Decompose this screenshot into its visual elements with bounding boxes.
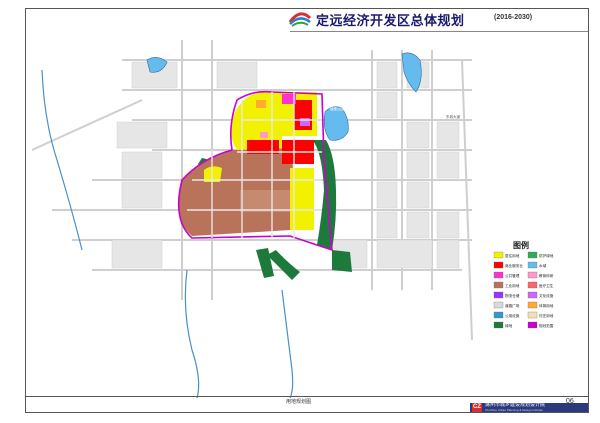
legend-swatch: [493, 291, 504, 299]
legend-swatch: [493, 271, 504, 279]
land-use-map: 鼓楼公园 东城大道: [32, 40, 473, 398]
legend-swatch: [527, 301, 538, 309]
legend-label: 防护绿地: [539, 253, 554, 258]
legend-label: 村庄用地: [539, 313, 554, 318]
legend-swatch: [493, 251, 504, 259]
sheet-name: 用地规划图: [286, 399, 312, 405]
legend-swatch: [493, 311, 504, 319]
legend-swatch: [527, 321, 538, 329]
institute-name-en: Chuzhou Urban Planning & Design Institut…: [485, 408, 543, 412]
legend-swatch: [527, 281, 538, 289]
legend-label: 规划范围: [539, 323, 554, 328]
legend-swatch: [527, 271, 538, 279]
map-title: 定远经济开发区总体规划: [316, 13, 465, 28]
legend: 居住用地商业服务业公共管理工业用地物流仓储道路广场公用设施绿地 防护绿地水域教育科…: [493, 251, 554, 329]
legend-label: 医疗卫生: [539, 283, 554, 288]
title-rule: [290, 31, 588, 32]
legend-label: 绿地: [505, 323, 513, 328]
page-number: 06: [566, 398, 574, 405]
legend-swatch: [493, 281, 504, 289]
legend-label: 水域: [539, 263, 547, 268]
plan-years: (2016-2030): [494, 14, 533, 21]
planning-logo: [288, 12, 312, 27]
legend-swatch: [493, 261, 504, 269]
legend-label: 物流仓储: [505, 293, 520, 298]
legend-label: 教育科研: [539, 273, 554, 278]
legend-swatch: [493, 301, 504, 309]
legend-label: 商业服务业: [505, 263, 523, 268]
road-label-east: 东城大道: [446, 114, 460, 119]
legend-label: 体育用地: [539, 303, 554, 308]
legend-swatch: [493, 321, 504, 329]
legend-swatch: [527, 251, 538, 259]
park-label: 鼓楼公园: [330, 106, 344, 111]
industrial-zone: [178, 148, 294, 236]
legend-swatch: [527, 261, 538, 269]
legend-label: 居住用地: [505, 253, 520, 258]
footer-rule: [25, 396, 589, 397]
legend-label: 道路广场: [505, 303, 520, 308]
legend-swatch: [527, 291, 538, 299]
legend-label: 公共管理: [505, 273, 520, 278]
legend-swatch: [527, 311, 538, 319]
legend-label: 公用设施: [505, 313, 520, 318]
legend-label: 工业用地: [505, 283, 520, 288]
institute-logo: CZ: [472, 403, 482, 412]
legend-label: 文化设施: [539, 293, 554, 298]
